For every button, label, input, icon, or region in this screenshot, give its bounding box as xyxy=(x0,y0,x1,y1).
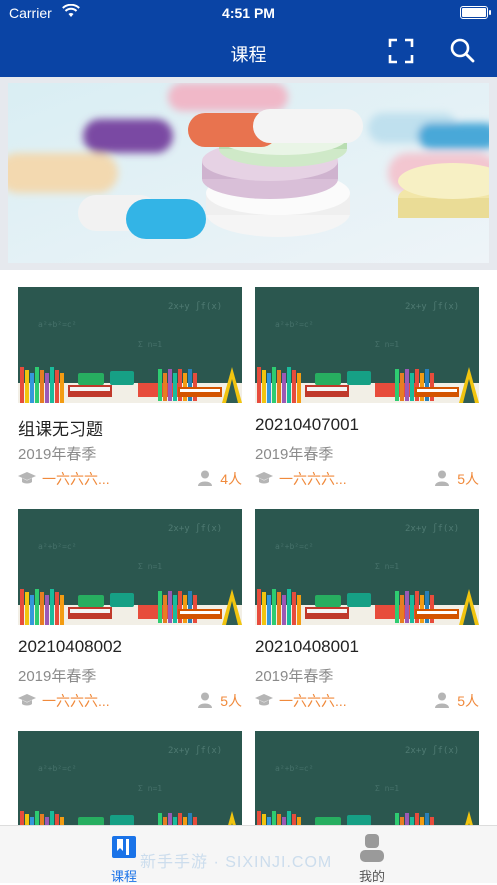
student-count: 5人 xyxy=(457,693,479,709)
person-icon xyxy=(435,470,449,486)
course-card[interactable]: 2x+y ∫f(x) a²+b²=c² Σ n=1 xyxy=(18,731,242,825)
svg-text:Σ n=1: Σ n=1 xyxy=(138,784,162,793)
clock: 4:51 PM xyxy=(222,5,275,21)
course-teacher: 一六六六... xyxy=(42,471,110,487)
graduation-cap-icon xyxy=(255,694,273,706)
svg-text:Σ n=1: Σ n=1 xyxy=(375,562,399,571)
battery-icon xyxy=(460,6,491,19)
svg-text:a²+b²=c²: a²+b²=c² xyxy=(38,320,77,329)
status-bar: Carrier 4:51 PM xyxy=(0,0,497,25)
svg-text:Σ n=1: Σ n=1 xyxy=(375,784,399,793)
course-grid: 2x+y ∫f(x) a²+b²=c² Σ n=1 组课无习题 2019年春季 一六六六.… xyxy=(0,270,497,825)
nav-bar: 课程 xyxy=(0,25,497,77)
svg-text:Σ n=1: Σ n=1 xyxy=(375,340,399,349)
svg-text:a²+b²=c²: a²+b²=c² xyxy=(38,764,77,773)
scan-icon[interactable] xyxy=(388,38,414,64)
graduation-cap-icon xyxy=(18,694,36,706)
course-meta: 一六六六... 5人 xyxy=(255,691,479,711)
graduation-cap-icon xyxy=(18,472,36,484)
course-name: 20210408001 xyxy=(255,637,360,656)
banner-image xyxy=(8,83,489,263)
user-icon xyxy=(360,834,384,862)
course-term: 2019年春季 xyxy=(18,668,97,685)
course-teacher: 一六六六... xyxy=(279,471,347,487)
course-card[interactable]: 2x+y ∫f(x) a²+b²=c² Σ n=1 xyxy=(255,731,479,825)
svg-text:2x+y ∫f(x): 2x+y ∫f(x) xyxy=(405,745,459,756)
watermark: 新手手游 · SIXINJI.COM xyxy=(140,854,333,871)
svg-text:2x+y ∫f(x): 2x+y ∫f(x) xyxy=(168,301,222,312)
course-meta: 一六六六... 4人 xyxy=(18,469,242,489)
person-icon xyxy=(198,692,212,708)
course-name: 20210407001 xyxy=(255,415,360,434)
svg-text:Σ n=1: Σ n=1 xyxy=(138,562,162,571)
course-teacher: 一六六六... xyxy=(42,693,110,709)
course-thumbnail: 2x+y ∫f(x) a²+b²=c² Σ n=1 xyxy=(18,731,242,825)
course-name: 组课无习题 xyxy=(18,420,103,439)
graduation-cap-icon xyxy=(255,472,273,484)
banner[interactable] xyxy=(0,77,497,270)
page-title: 课程 xyxy=(230,45,267,65)
student-count: 5人 xyxy=(457,471,479,487)
search-icon[interactable] xyxy=(449,37,475,63)
student-count: 5人 xyxy=(220,693,242,709)
course-term: 2019年春季 xyxy=(255,446,334,463)
svg-text:2x+y ∫f(x): 2x+y ∫f(x) xyxy=(405,523,459,534)
course-thumbnail: 2x+y ∫f(x) a²+b²=c² Σ n=1 xyxy=(255,287,479,403)
course-thumbnail: 2x+y ∫f(x) a²+b²=c² Σ n=1 xyxy=(18,287,242,403)
course-card[interactable]: 2x+y ∫f(x) a²+b²=c² Σ n=1 20210408002 2019年春… xyxy=(18,509,242,709)
course-thumbnail: 2x+y ∫f(x) a²+b²=c² Σ n=1 xyxy=(255,509,479,625)
course-meta: 一六六六... 5人 xyxy=(255,469,479,489)
course-teacher: 一六六六... xyxy=(279,693,347,709)
student-count: 4人 xyxy=(220,471,242,487)
svg-text:a²+b²=c²: a²+b²=c² xyxy=(38,542,77,551)
svg-text:2x+y ∫f(x): 2x+y ∫f(x) xyxy=(168,745,222,756)
course-card[interactable]: 2x+y ∫f(x) a²+b²=c² Σ n=1 20210408001 2019年春… xyxy=(255,509,479,709)
course-card[interactable]: 2x+y ∫f(x) a²+b²=c² Σ n=1 20210407001 2019年春… xyxy=(255,287,479,487)
course-term: 2019年春季 xyxy=(18,446,97,463)
svg-text:a²+b²=c²: a²+b²=c² xyxy=(275,764,314,773)
book-icon xyxy=(112,836,136,858)
svg-text:Σ n=1: Σ n=1 xyxy=(138,340,162,349)
course-name: 20210408002 xyxy=(18,637,123,656)
course-card[interactable]: 2x+y ∫f(x) a²+b²=c² Σ n=1 组课无习题 2019年春季一六六六.… xyxy=(18,287,242,487)
course-meta: 一六六六... 5人 xyxy=(18,691,242,711)
svg-text:2x+y ∫f(x): 2x+y ∫f(x) xyxy=(168,523,222,534)
course-thumbnail: 2x+y ∫f(x) a²+b²=c² Σ n=1 xyxy=(18,509,242,625)
svg-text:a²+b²=c²: a²+b²=c² xyxy=(275,320,314,329)
person-icon xyxy=(198,470,212,486)
person-icon xyxy=(435,692,449,708)
course-thumbnail: 2x+y ∫f(x) a²+b²=c² Σ n=1 xyxy=(255,731,479,825)
svg-text:a²+b²=c²: a²+b²=c² xyxy=(275,542,314,551)
course-term: 2019年春季 xyxy=(255,668,334,685)
svg-text:2x+y ∫f(x): 2x+y ∫f(x) xyxy=(405,301,459,312)
